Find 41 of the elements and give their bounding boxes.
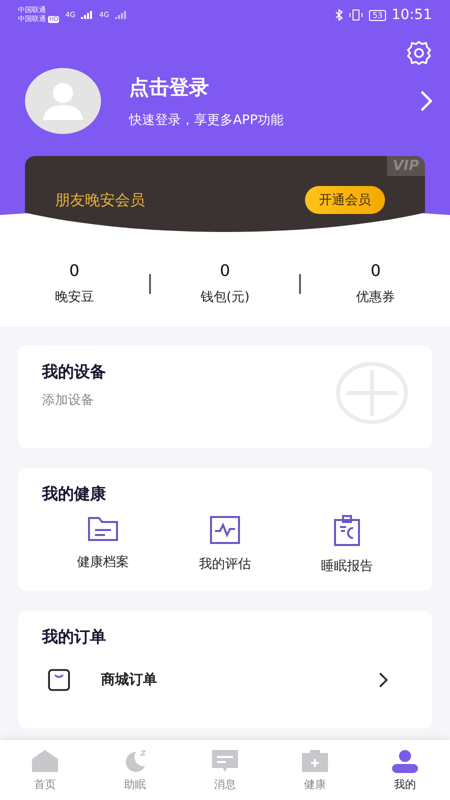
battery-level: 53 — [369, 10, 386, 20]
signal-icon — [115, 10, 128, 20]
join-member-button[interactable]: 开通会员 — [305, 186, 385, 214]
section-title: 我的设备 — [42, 362, 106, 383]
section-title: 我的订单 — [42, 627, 107, 648]
message-icon — [211, 748, 239, 772]
home-icon — [31, 748, 59, 772]
vibrate-icon — [349, 9, 364, 21]
medical-kit-icon — [301, 748, 329, 772]
order-item-label[interactable]: 商城订单 — [101, 671, 348, 689]
tab-item[interactable]: 我的 — [360, 740, 450, 800]
tab-item[interactable]: 首页 — [0, 740, 90, 800]
clock: 10:51 — [392, 7, 432, 23]
bag-icon — [47, 668, 71, 692]
chevron-right-icon — [418, 90, 432, 112]
person-icon — [391, 748, 419, 772]
chevron-right-icon — [378, 672, 388, 688]
health-item-label[interactable]: 健康档案 — [77, 553, 129, 571]
bluetooth-icon — [335, 9, 344, 21]
add-device-link[interactable]: 添加设备 — [42, 391, 106, 409]
vip-title: 朋友晚安会员 — [55, 190, 145, 210]
section-title: 我的健康 — [42, 484, 107, 505]
stat-value: 0 — [370, 261, 381, 280]
stat-value: 0 — [220, 261, 230, 280]
tab-item[interactable]: 消息 — [180, 740, 270, 800]
settings-icon[interactable] — [406, 40, 432, 66]
pulse-icon — [209, 515, 241, 545]
health-item-label[interactable]: 我的评估 — [199, 555, 251, 573]
health-item-label[interactable]: 睡眠报告 — [321, 557, 373, 575]
stat-value: 0 — [69, 261, 80, 280]
tab-item[interactable]: 健康 — [270, 740, 360, 800]
stat-label[interactable]: 晚安豆 — [54, 288, 94, 306]
tab-item[interactable]: 助眠 — [90, 740, 180, 800]
stat-label[interactable]: 优惠券 — [356, 288, 396, 306]
stat-label[interactable]: 钱包(元) — [200, 288, 250, 306]
report-icon — [332, 515, 362, 547]
login-subtitle: 快速登录，享更多APP功能 — [129, 112, 285, 128]
login-title[interactable]: 点击登录 — [129, 74, 391, 100]
signal-icon — [81, 10, 94, 20]
person-silhouette-icon — [43, 82, 83, 120]
folder-icon — [87, 515, 119, 543]
